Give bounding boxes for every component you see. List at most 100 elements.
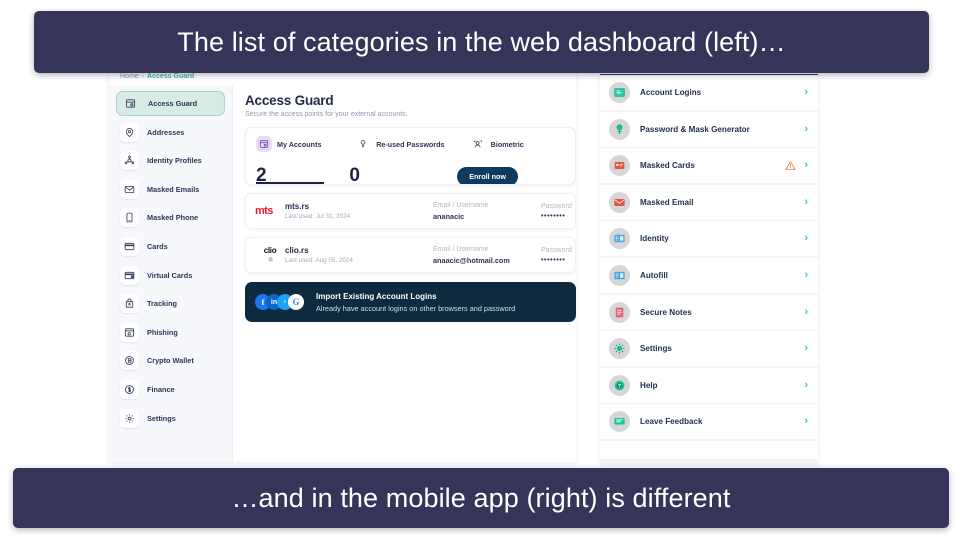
table-row[interactable]: mts mts.rs Last used: Jul 31, 2024 Email…	[245, 193, 576, 229]
mobile-item-masked-cards[interactable]: Masked Cards ›	[600, 148, 818, 184]
finance-icon	[120, 379, 139, 399]
sidebar-item-virtual-cards[interactable]: Virtual Cards	[116, 263, 225, 288]
mobile-item-secure-notes[interactable]: Secure Notes ›	[600, 294, 818, 330]
cards-icon	[120, 236, 139, 256]
phishing-icon	[120, 322, 139, 342]
sidebar-item-access-guard[interactable]: Access Guard	[116, 91, 225, 116]
my-accounts-icon	[256, 136, 272, 152]
account-name-block: clio.rs Last used: Aug 05, 2024	[285, 246, 433, 264]
stat-label: My Accounts	[277, 139, 322, 149]
autofill-icon	[609, 264, 630, 286]
sidebar-item-masked-emails[interactable]: Masked Emails	[116, 177, 225, 202]
chevron-right-icon: ›	[804, 342, 808, 355]
mobile-item-settings[interactable]: Settings ›	[600, 331, 818, 367]
import-logins-banner[interactable]: f in ᵛ G Import Existing Account Logins …	[245, 282, 576, 322]
sidebar-item-phishing[interactable]: Phishing	[116, 320, 225, 345]
sidebar-item-addresses[interactable]: Addresses	[116, 120, 225, 145]
biometric-icon	[470, 136, 486, 152]
sidebar-item-label: Addresses	[147, 127, 185, 137]
stat-active-underline	[256, 182, 324, 184]
table-row[interactable]: clio ☼ clio.rs Last used: Aug 05, 2024 Em…	[245, 237, 576, 273]
leave-feedback-icon	[609, 411, 630, 433]
account-email-value: ananacic	[433, 211, 465, 221]
column-header: Email / Username	[433, 201, 489, 209]
stat-label: Re-used Passwords	[376, 139, 445, 149]
mobile-item-label: Leave Feedback	[640, 417, 703, 427]
column-header: Password	[541, 202, 572, 210]
mobile-item-label: Password & Mask Generator	[640, 124, 750, 134]
chevron-right-icon: ›	[804, 378, 808, 391]
account-last-used: Last used: Aug 05, 2024	[285, 257, 353, 264]
chevron-right-icon: ›	[804, 86, 808, 98]
page-title: Access Guard	[245, 93, 334, 108]
settings-gear-icon	[120, 408, 139, 428]
chevron-right-icon: ›	[804, 159, 808, 172]
sidebar-item-label: Masked Emails	[147, 184, 200, 194]
masked-phone-icon	[120, 208, 139, 228]
sidebar-item-finance[interactable]: Finance	[116, 377, 225, 402]
sidebar-item-label: Crypto Wallet	[147, 356, 194, 366]
account-email-column: Email / Username ananacic	[433, 202, 541, 221]
sidebar-item-label: Access Guard	[148, 99, 198, 108]
mobile-item-help[interactable]: Help ›	[600, 367, 818, 403]
stat-value: 0	[349, 165, 360, 185]
breadcrumb-home[interactable]: Home	[120, 73, 139, 80]
chevron-right-icon: ›	[804, 232, 808, 245]
stats-header-row: My Accounts Re-used Passwords Biometric	[256, 136, 565, 152]
page-subtitle: Secure the access points for your extern…	[245, 111, 408, 118]
caption-bottom-text: …and in the mobile app (right) is differ…	[231, 482, 731, 513]
breadcrumb-current: Access Guard	[147, 73, 195, 80]
screenshot-stage: The list of categories in the web dashbo…	[0, 0, 960, 540]
account-last-used: Last used: Jul 31, 2024	[285, 213, 351, 220]
sidebar-item-tracking[interactable]: Tracking	[116, 291, 225, 316]
mobile-app-screenshot: Account Logins › Password & Mask Generat…	[600, 74, 818, 464]
identity-icon	[609, 228, 630, 250]
enroll-now-button[interactable]: Enroll now	[457, 167, 518, 184]
mobile-list-tail-row	[600, 440, 818, 459]
sidebar-item-label: Cards	[147, 241, 168, 251]
account-name: mts.rs	[285, 202, 310, 211]
mobile-item-account-logins[interactable]: Account Logins ›	[600, 75, 818, 110]
sidebar-item-label: Settings	[147, 413, 176, 423]
account-name: clio.rs	[285, 246, 309, 255]
virtual-cards-icon	[120, 265, 139, 285]
stat-value-reused-wrap: 0	[349, 165, 457, 185]
sidebar-item-label: Masked Phone	[147, 213, 199, 223]
mobile-item-label: Masked Cards	[640, 161, 695, 171]
mobile-item-autofill[interactable]: Autofill ›	[600, 257, 818, 293]
stats-values-row: 2 0 Enroll now	[256, 158, 565, 185]
addresses-icon	[120, 122, 139, 142]
mobile-item-masked-email[interactable]: Masked Email ›	[600, 184, 818, 220]
mobile-item-identity[interactable]: Identity ›	[600, 221, 818, 257]
account-name-block: mts.rs Last used: Jul 31, 2024	[285, 202, 433, 220]
stat-action-wrap: Enroll now	[457, 167, 565, 184]
masked-email-icon	[609, 191, 630, 213]
mobile-item-leave-feedback[interactable]: Leave Feedback ›	[600, 404, 818, 440]
stat-biometric: Biometric	[470, 136, 565, 152]
account-logins-icon	[609, 82, 630, 103]
google-icon: G	[288, 294, 304, 310]
sidebar-item-crypto-wallet[interactable]: Crypto Wallet	[116, 348, 225, 373]
import-banner-text: Import Existing Account Logins Already h…	[316, 292, 515, 313]
breadcrumb-separator: ›	[141, 73, 145, 80]
tracking-icon	[120, 294, 139, 314]
import-banner-subtitle: Already have account logins on other bro…	[316, 303, 516, 313]
settings-gear-icon	[609, 338, 630, 360]
stat-reused-passwords: Re-used Passwords	[355, 136, 469, 152]
column-header: Password	[541, 246, 572, 254]
account-password-value: ••••••••	[541, 212, 566, 220]
account-email-column: Email / Username anaacic@hotmail.com	[433, 246, 541, 265]
sidebar-item-identity-profiles[interactable]: Identity Profiles	[116, 148, 225, 173]
sidebar-item-settings[interactable]: Settings	[116, 406, 225, 431]
import-banner-title: Import Existing Account Logins	[316, 291, 437, 301]
reused-password-icon	[355, 136, 371, 152]
mobile-item-label: Secure Notes	[640, 307, 692, 317]
mobile-item-password-mask-generator[interactable]: Password & Mask Generator ›	[600, 111, 818, 147]
sidebar-item-masked-phone[interactable]: Masked Phone	[116, 205, 225, 230]
caption-bottom: …and in the mobile app (right) is differ…	[13, 468, 949, 528]
mobile-item-label: Identity	[640, 234, 669, 244]
sidebar-item-label: Phishing	[147, 327, 178, 337]
main-content: Access Guard Secure the access points fo…	[233, 85, 576, 462]
sidebar-item-cards[interactable]: Cards	[116, 234, 225, 259]
mobile-item-label: Help	[640, 380, 658, 390]
